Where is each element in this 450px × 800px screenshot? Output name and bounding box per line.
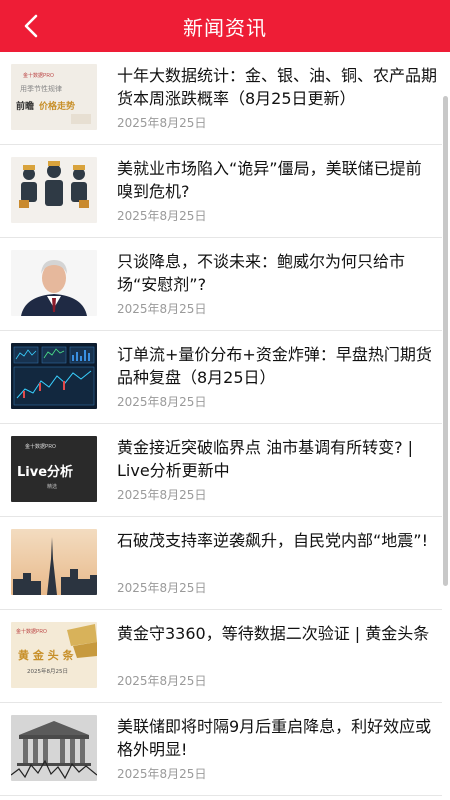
back-button[interactable] [14, 10, 48, 42]
thumb-sub: 2025年8月25日 [27, 667, 68, 675]
app-header: 新闻资讯 [0, 0, 450, 52]
scrollbar[interactable] [443, 96, 448, 586]
thumb-brand: 金十数据PRO [25, 443, 56, 450]
news-thumbnail [11, 343, 97, 409]
news-thumbnail [11, 250, 97, 316]
thumb-sub: 精选 [47, 483, 57, 490]
news-item[interactable]: 金十数据PRO Live分析 精选 黄金接近突破临界点 油市基调有所转变? | … [0, 424, 442, 517]
news-date: 2025年8月25日 [117, 302, 207, 316]
news-thumbnail [11, 529, 97, 595]
news-item[interactable]: 金十数据PRO 黄 金 头 条 2025年8月25日 黄金守3360，等待数据二… [0, 610, 442, 703]
news-item[interactable]: 美就业市场陷入“诡异”僵局，美联储已提前嗅到危机? 2025年8月25日 [0, 145, 442, 238]
thumb-main: Live分析 [17, 464, 73, 480]
news-item[interactable]: 订单流+量价分布+资金炸弹：早盘热门期货品种复盘（8月25日） 2025年8月2… [0, 331, 442, 424]
news-thumbnail [11, 715, 97, 781]
news-thumbnail: 金十数据PRO 黄 金 头 条 2025年8月25日 [11, 622, 97, 688]
thumb-main: 黄 金 头 条 [18, 648, 74, 662]
news-item[interactable]: 石破茂支持率逆袭飙升，自民党内部“地震”! 2025年8月25日 [0, 517, 442, 610]
news-title: 石破茂支持率逆袭飙升，自民党内部“地震”! [117, 531, 428, 550]
news-title: 十年大数据统计：金、银、油、铜、农产品期货本周涨跌概率（8月25日更新） [117, 66, 437, 108]
news-thumbnail: 金十数据PRO Live分析 精选 [11, 436, 97, 502]
chevron-left-icon [24, 14, 38, 38]
news-list: 金十数据PRO 用季节性规律 前瞻 价格走势 十年大数据统计：金、银、油、铜、农… [0, 52, 442, 796]
news-title: 美就业市场陷入“诡异”僵局，美联储已提前嗅到危机? [117, 159, 422, 201]
news-item[interactable]: 美联储即将时隔9月后重启降息，利好效应或格外明显! 2025年8月25日 [0, 703, 442, 796]
news-date: 2025年8月25日 [117, 116, 207, 130]
thumb-line1: 用季节性规律 [20, 84, 62, 93]
thumb-brand: 金十数据PRO [16, 628, 47, 635]
news-title: 黄金守3360，等待数据二次验证 | 黄金头条 [117, 624, 430, 643]
news-thumbnail [11, 157, 97, 223]
news-title: 黄金接近突破临界点 油市基调有所转变? | Live分析更新中 [117, 438, 414, 480]
news-item[interactable]: 金十数据PRO 用季节性规律 前瞻 价格走势 十年大数据统计：金、银、油、铜、农… [0, 52, 442, 145]
news-date: 2025年8月25日 [117, 767, 207, 781]
news-date: 2025年8月25日 [117, 395, 207, 409]
news-title: 订单流+量价分布+资金炸弹：早盘热门期货品种复盘（8月25日） [117, 345, 432, 387]
news-item[interactable]: 只谈降息，不谈未来：鲍威尔为何只给市场“安慰剂”? 2025年8月25日 [0, 238, 442, 331]
thumb-brand: 金十数据PRO [23, 72, 54, 79]
news-date: 2025年8月25日 [117, 674, 207, 688]
thumb-line3: 价格走势 [39, 100, 75, 112]
news-thumbnail: 金十数据PRO 用季节性规律 前瞻 价格走势 [11, 64, 97, 130]
page-title: 新闻资讯 [183, 15, 267, 40]
news-date: 2025年8月25日 [117, 488, 207, 502]
thumb-line2: 前瞻 [16, 100, 34, 112]
news-title: 只谈降息，不谈未来：鲍威尔为何只给市场“安慰剂”? [117, 252, 406, 294]
news-title: 美联储即将时隔9月后重启降息，利好效应或格外明显! [117, 717, 432, 759]
news-date: 2025年8月25日 [117, 581, 207, 595]
news-date: 2025年8月25日 [117, 209, 207, 223]
